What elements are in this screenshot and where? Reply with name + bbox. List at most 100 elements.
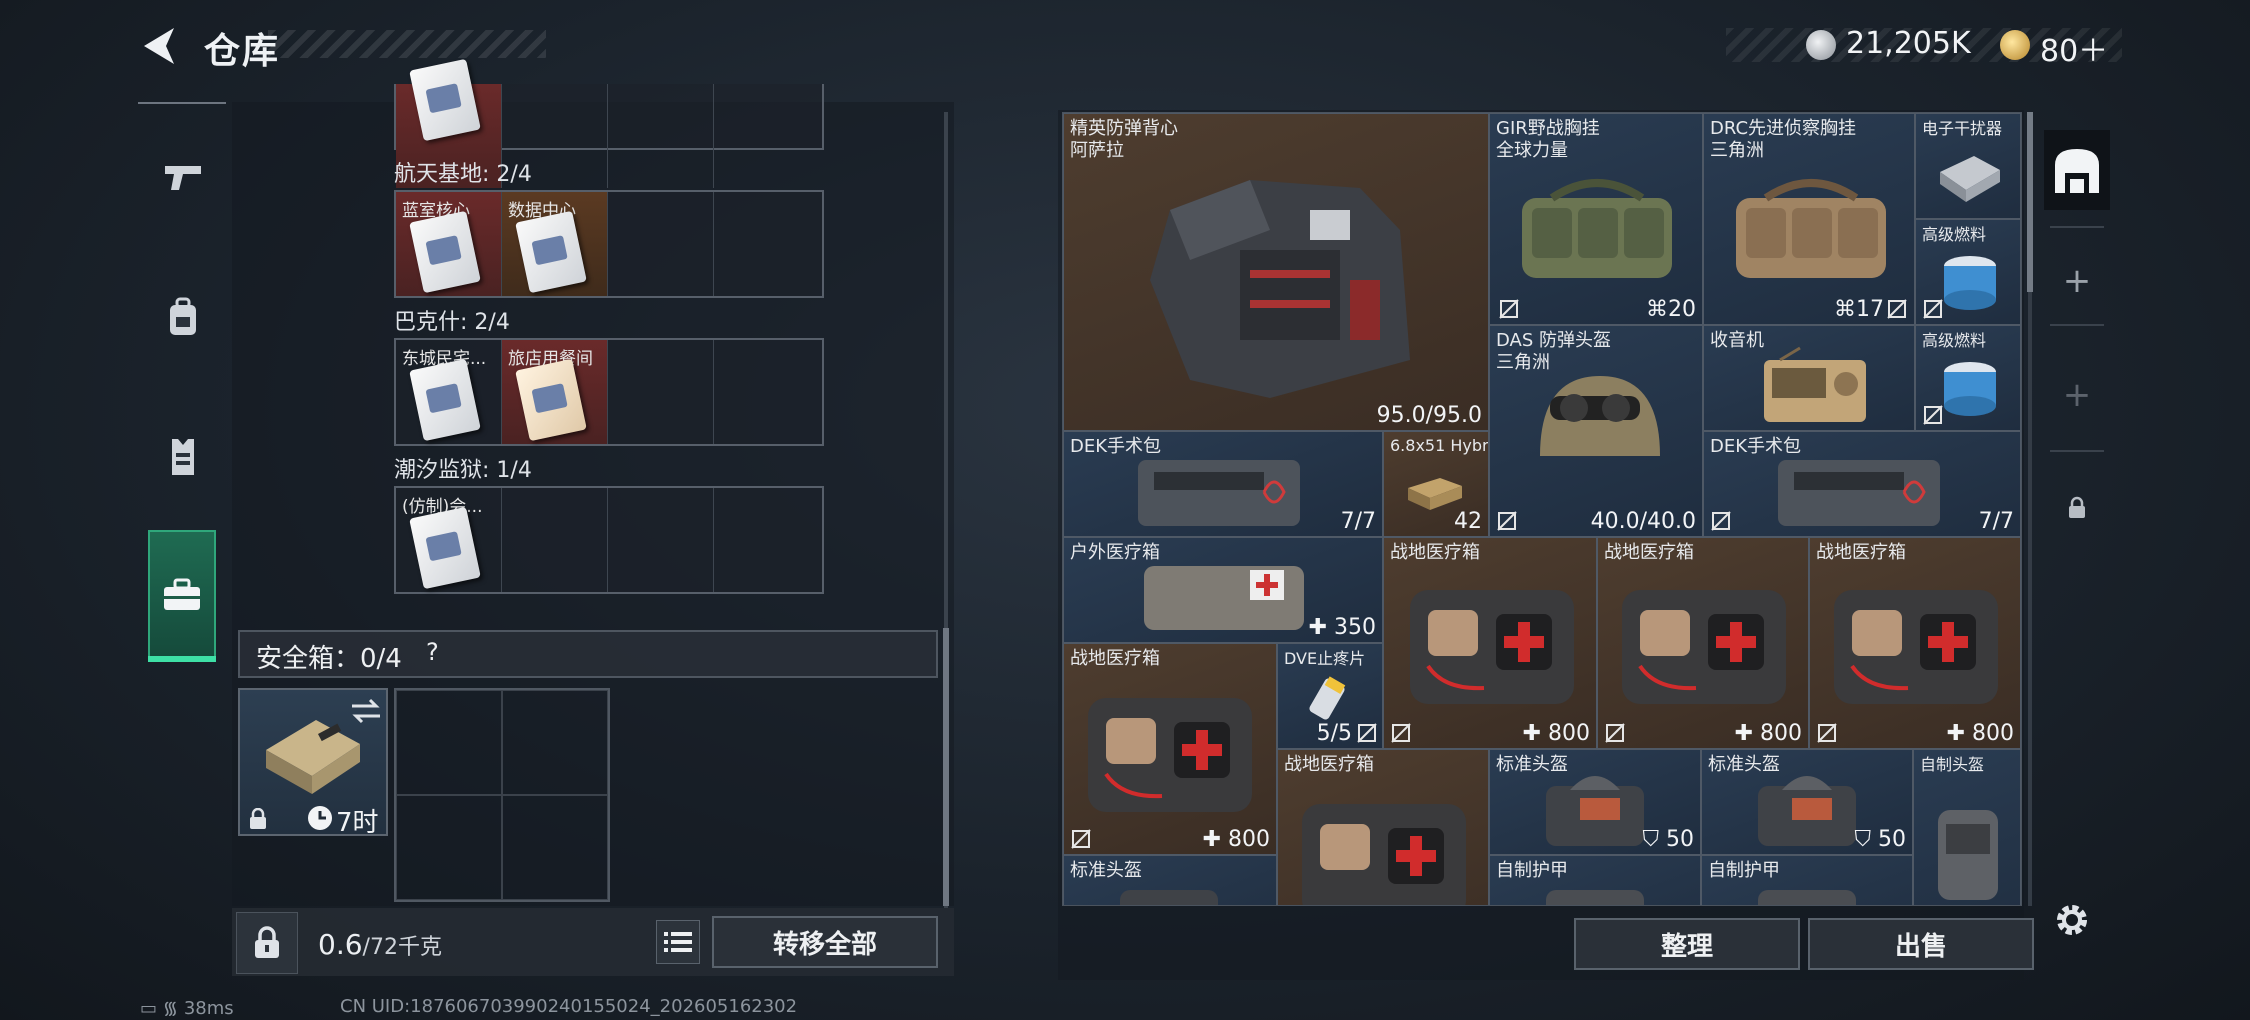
stash-item[interactable]: 高级燃料 — [1915, 325, 2021, 431]
lock-icon — [250, 808, 266, 829]
key-slot[interactable]: 东城民宅... — [396, 340, 502, 444]
stash-item[interactable]: 战地医疗箱 ✚ 800 — [1383, 537, 1597, 749]
item-value-text: 350 — [1334, 615, 1376, 640]
settings-button[interactable] — [2052, 900, 2092, 940]
nav-backpack[interactable] — [148, 272, 218, 362]
item-value-text: 800 — [1972, 721, 2014, 746]
sell-button[interactable]: 出售 — [1808, 918, 2034, 970]
add-stash-tab-button[interactable]: + — [2044, 254, 2110, 308]
item-value: ⌘20 — [1646, 297, 1696, 322]
stash-item[interactable]: 电子干扰器 — [1915, 113, 2021, 219]
stash-item[interactable]: 标准头盔 ⛉ 50 — [1489, 749, 1701, 855]
homemade-helmet-icon — [1938, 810, 1998, 900]
stash-item[interactable]: 战地医疗箱 ✚ 800 — [1809, 537, 2021, 749]
back-button[interactable] — [138, 24, 178, 68]
lock-button[interactable] — [236, 912, 298, 974]
keycard-icon — [515, 358, 587, 442]
key-slot-empty[interactable] — [608, 488, 714, 592]
pill-bottle-icon — [1309, 676, 1346, 720]
stash-item[interactable]: 精英防弹背心 阿萨拉 95.0/95.0 — [1063, 113, 1489, 431]
back-arrow-icon — [144, 28, 174, 64]
key-slot[interactable]: 蓝室核心 — [396, 192, 502, 296]
stash-tab-main[interactable] — [2044, 130, 2110, 210]
nav-secure-case[interactable] — [148, 530, 216, 660]
item-name: 6.8x51 Hybrid — [1390, 436, 1489, 455]
key-slot[interactable]: 旅店用餐间 — [502, 340, 608, 444]
swap-icon[interactable] — [350, 698, 382, 724]
item-value-text: 20 — [1668, 297, 1696, 322]
safe-slot-empty[interactable] — [396, 690, 502, 795]
stash-item[interactable]: 标准头盔 — [1063, 855, 1277, 905]
stash-item[interactable]: 战地医疗箱 ✚ 800 — [1597, 537, 1809, 749]
stash-item[interactable]: DVE止疼片 5/5 — [1277, 643, 1383, 749]
stash-item[interactable]: 收音机 — [1703, 325, 1915, 431]
key-slot[interactable]: (仿制)会... — [396, 488, 502, 592]
keys-scrollbar-thumb[interactable] — [943, 628, 949, 906]
coin-icon — [1806, 30, 1836, 60]
helmet-bag-icon — [1120, 890, 1218, 905]
stash-item[interactable]: 户外医疗箱 ✚ 350 — [1063, 537, 1383, 643]
item-value: 95.0/95.0 — [1376, 403, 1482, 428]
key-slot-empty[interactable] — [608, 192, 714, 296]
safe-slot-empty[interactable] — [502, 690, 608, 795]
stash-item[interactable]: DEK手术包 7/7 — [1063, 431, 1383, 537]
nav-weapons[interactable] — [148, 132, 218, 222]
key-slot-empty[interactable] — [714, 84, 820, 188]
stash-item[interactable]: 自制头盔 — [1913, 749, 2021, 905]
vest-icon — [172, 439, 194, 475]
safe-box-slot[interactable]: 7时 — [238, 688, 388, 838]
first-aid-kit-icon — [1302, 804, 1466, 905]
stash-item[interactable]: DAS 防弹头盔 三角洲 40.0/40.0 — [1489, 325, 1703, 537]
safe-slot-empty[interactable] — [502, 795, 608, 900]
key-slot-empty[interactable] — [714, 488, 820, 592]
no-insure-icon — [1499, 299, 1519, 319]
no-insure-icon — [1497, 511, 1517, 531]
key-row-tidal-prison: (仿制)会... — [394, 486, 824, 594]
stash-item[interactable]: DRC先进侦察胸挂 三角洲 ⌘17 — [1703, 113, 1915, 325]
armor-vest-icon — [1150, 180, 1410, 398]
keycard-icon — [515, 210, 587, 294]
item-value: ✚ 800 — [1734, 721, 1802, 746]
transfer-all-button[interactable]: 转移全部 — [712, 916, 938, 968]
padlock-icon — [255, 926, 279, 958]
shield-icon: ⛉ — [1642, 827, 1659, 852]
key-slot-empty[interactable] — [714, 192, 820, 296]
stash-item[interactable]: DEK手术包 7/7 — [1703, 431, 2021, 537]
stash-item[interactable]: 自制护甲 — [1701, 855, 1913, 905]
nav-vest[interactable] — [148, 412, 218, 502]
no-insure-icon — [1391, 723, 1411, 743]
item-value-text: 17 — [1856, 297, 1884, 322]
item-value: 42 — [1454, 509, 1482, 534]
list-view-button[interactable] — [656, 920, 700, 964]
stash-item[interactable]: 战地医疗箱 — [1277, 749, 1489, 905]
item-name: 收音机 — [1710, 330, 1764, 351]
uid-text: CN UID:1876067039902401​55024_2026051623… — [340, 996, 798, 1017]
stash-scrollbar-thumb[interactable] — [2027, 112, 2033, 292]
safe-slot-empty[interactable] — [396, 795, 502, 900]
item-name: GIR野战胸挂 全球力量 — [1496, 118, 1600, 161]
section-title-bakhsh: 巴克什: 2/4 — [394, 310, 510, 335]
nav-active-indicator — [148, 656, 216, 662]
stash-item[interactable]: GIR野战胸挂 全球力量 ⌘20 — [1489, 113, 1703, 325]
item-name: DVE止疼片 — [1284, 649, 1366, 668]
stash-item[interactable]: 6.8x51 Hybrid 42 — [1383, 431, 1489, 537]
plus-icon: + — [2062, 261, 2092, 301]
section-title-aerospace: 航天基地: 2/4 — [394, 162, 532, 187]
stash-item[interactable]: 高级燃料 — [1915, 219, 2021, 325]
locked-stash-tab[interactable] — [2044, 488, 2110, 528]
key-slot-empty[interactable] — [608, 340, 714, 444]
item-value-text: 800 — [1228, 827, 1270, 852]
key-slot[interactable]: 数据中心 — [502, 192, 608, 296]
stash-item[interactable]: 自制护甲 — [1489, 855, 1701, 905]
item-value-text: 50 — [1878, 827, 1906, 852]
safe-box-help-button[interactable]: ? — [426, 638, 439, 666]
stash-item[interactable]: 标准头盔 ⛉ 50 — [1701, 749, 1913, 855]
stash-item[interactable]: 战地医疗箱 ✚ 800 — [1063, 643, 1277, 855]
item-value: ✚ 800 — [1522, 721, 1590, 746]
key-slot-empty[interactable] — [502, 488, 608, 592]
currency-premium[interactable]: 80＋ — [2040, 26, 2108, 70]
sort-button[interactable]: 整理 — [1574, 918, 1800, 970]
item-value: ✚ 800 — [1946, 721, 2014, 746]
key-slot-empty[interactable] — [608, 84, 714, 188]
key-slot-empty[interactable] — [714, 340, 820, 444]
